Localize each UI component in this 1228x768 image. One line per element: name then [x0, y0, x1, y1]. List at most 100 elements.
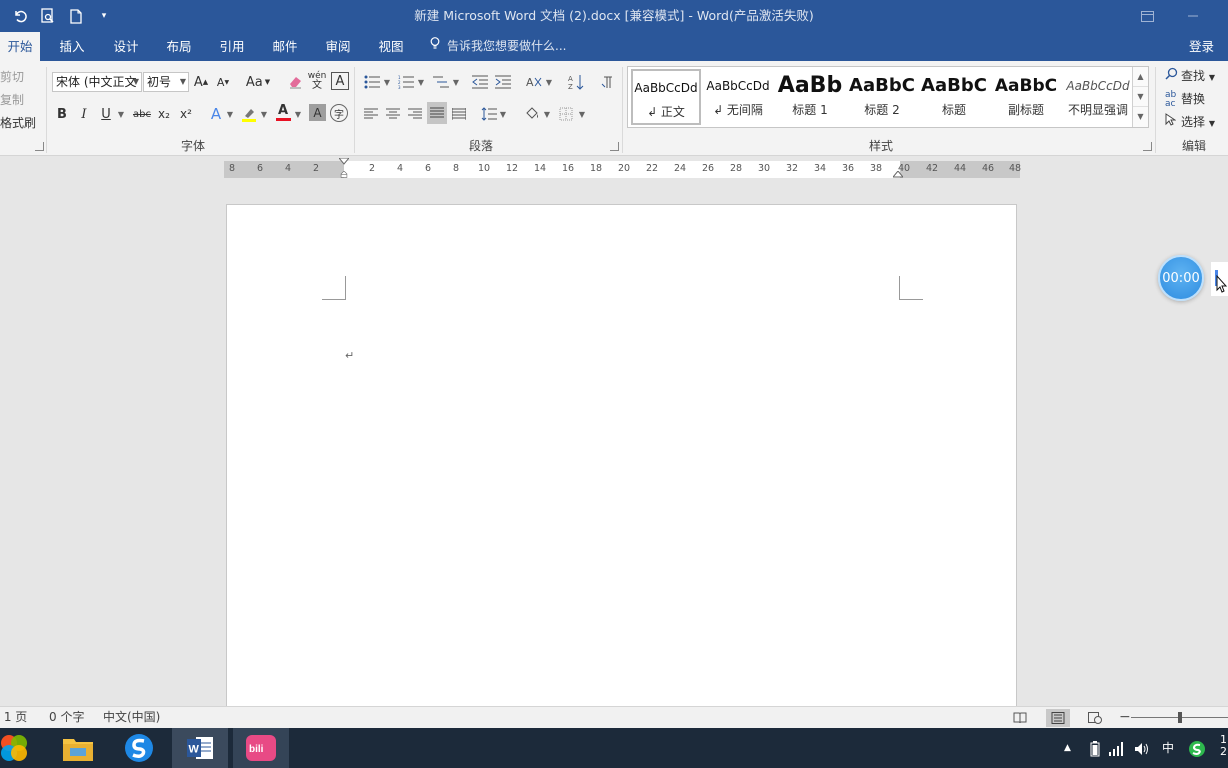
tab-mailings[interactable]: 邮件: [265, 32, 305, 61]
shading-button[interactable]: [522, 103, 542, 125]
web-layout-button[interactable]: [1083, 709, 1107, 727]
clock[interactable]: 1 2: [1220, 728, 1227, 768]
page-count[interactable]: 第 1 页: [0, 707, 27, 729]
italic-button[interactable]: I: [75, 103, 93, 125]
borders-button[interactable]: [556, 103, 576, 125]
chevron-down-icon[interactable]: ▼: [226, 103, 234, 125]
align-right-button[interactable]: [406, 103, 424, 125]
strikethrough-button[interactable]: abc: [131, 103, 153, 125]
zoom-slider-thumb[interactable]: [1178, 712, 1182, 723]
volume-icon[interactable]: [1134, 728, 1150, 768]
recording-timer[interactable]: 00:00: [1158, 255, 1204, 301]
grow-font-button[interactable]: A ▲: [193, 71, 209, 93]
find-button[interactable]: 查找 ▼: [1165, 67, 1215, 84]
enclose-characters-button[interactable]: 字: [330, 104, 348, 122]
tab-review[interactable]: 审阅: [318, 32, 358, 61]
select-button[interactable]: 选择 ▼: [1165, 113, 1215, 130]
font-size-combo[interactable]: 初号 ▼: [143, 72, 189, 92]
word-app-icon[interactable]: W: [172, 728, 228, 768]
chevron-down-icon[interactable]: ▼: [294, 103, 302, 125]
superscript-button[interactable]: x²: [177, 103, 195, 125]
styles-launcher-icon[interactable]: [1143, 142, 1152, 151]
character-shading-button[interactable]: A: [309, 104, 326, 121]
font-launcher-icon[interactable]: [35, 142, 44, 151]
ribbon-display-options-icon[interactable]: [1124, 0, 1170, 32]
tell-me-box[interactable]: 告诉我您想要做什么...: [430, 32, 566, 61]
word-count[interactable]: 0 个字: [49, 707, 84, 729]
minimize-icon[interactable]: [1170, 0, 1216, 32]
justify-button[interactable]: [427, 102, 447, 124]
chevron-down-icon[interactable]: ▼: [545, 71, 553, 93]
chevron-down-icon[interactable]: ▼: [578, 103, 586, 125]
chevron-down-icon[interactable]: ▼: [383, 71, 391, 93]
style-subtle-emphasis[interactable]: AaBbCcDd 不明显强调: [1063, 69, 1133, 125]
distributed-button[interactable]: [450, 103, 468, 125]
document-page[interactable]: [226, 204, 1017, 709]
chevron-down-icon[interactable]: ▼: [260, 103, 268, 125]
read-mode-button[interactable]: [1008, 709, 1032, 727]
bullets-button[interactable]: [362, 71, 382, 93]
chevron-down-icon[interactable]: ▼: [452, 71, 460, 93]
sogou-ime-icon[interactable]: [1188, 728, 1206, 768]
font-color-button[interactable]: A: [274, 101, 292, 123]
align-center-button[interactable]: [384, 103, 402, 125]
tab-layout[interactable]: 布局: [159, 32, 199, 61]
maximize-icon[interactable]: [1216, 0, 1228, 32]
style-title[interactable]: AaBbC 标题: [919, 69, 989, 125]
tab-view[interactable]: 视图: [371, 32, 411, 61]
bold-button[interactable]: B: [53, 103, 71, 125]
zoom-out-icon[interactable]: −: [1119, 707, 1131, 729]
print-layout-button[interactable]: [1046, 709, 1070, 727]
text-effects-button[interactable]: A: [207, 103, 225, 125]
cut-button[interactable]: 剪切: [0, 68, 24, 85]
tab-design[interactable]: 设计: [106, 32, 146, 61]
highlight-button[interactable]: [240, 103, 258, 125]
change-case-button[interactable]: Aa ▼: [243, 71, 273, 93]
paragraph-launcher-icon[interactable]: [610, 142, 619, 151]
style-subtitle[interactable]: AaBbC 副标题: [991, 69, 1061, 125]
copy-button[interactable]: 复制: [0, 91, 24, 108]
chevron-down-icon[interactable]: ▼: [117, 103, 125, 125]
font-name-combo[interactable]: 宋体 (中文正文 ▼: [52, 72, 142, 92]
login-link[interactable]: 登录: [1189, 32, 1214, 61]
right-indent-marker[interactable]: [893, 171, 903, 178]
horizontal-ruler[interactable]: 8 6 4 2 2 4 6 8 10 12 14 16 18 20 22 24 …: [224, 158, 1021, 178]
tab-home[interactable]: 开始: [0, 32, 40, 61]
chevron-down-icon[interactable]: ▼: [543, 103, 551, 125]
bilibili-icon[interactable]: bili: [233, 728, 289, 768]
tab-references[interactable]: 引用: [212, 32, 252, 61]
tab-insert[interactable]: 插入: [52, 32, 92, 61]
tray-expand-icon[interactable]: ▲: [1064, 728, 1071, 768]
gallery-up-icon[interactable]: ▲: [1133, 67, 1148, 87]
format-painter-button[interactable]: 格式刷: [0, 114, 36, 131]
character-border-button[interactable]: A: [331, 72, 349, 90]
clear-formatting-button[interactable]: [286, 71, 304, 93]
style-heading-2[interactable]: AaBbC 标题 2: [847, 69, 917, 125]
battery-icon[interactable]: [1090, 728, 1100, 768]
first-line-indent-marker[interactable]: [339, 158, 349, 165]
gallery-down-icon[interactable]: ▼: [1133, 87, 1148, 107]
chevron-down-icon[interactable]: ▼: [499, 103, 507, 125]
show-marks-button[interactable]: [598, 71, 618, 93]
numbering-button[interactable]: 123: [396, 71, 416, 93]
asian-layout-button[interactable]: A: [524, 71, 544, 93]
network-icon[interactable]: [1109, 728, 1125, 768]
style-heading-1[interactable]: AaBb 标题 1: [775, 69, 845, 125]
ime-indicator[interactable]: 中: [1162, 728, 1174, 768]
hanging-indent-marker[interactable]: [339, 171, 349, 178]
decrease-indent-button[interactable]: [470, 71, 490, 93]
style-normal[interactable]: AaBbCcDd ↲ 正文: [631, 69, 701, 125]
replace-button[interactable]: ab ac 替换: [1165, 90, 1205, 109]
underline-button[interactable]: U: [97, 103, 115, 125]
align-left-button[interactable]: [362, 103, 380, 125]
file-explorer-icon[interactable]: [50, 728, 106, 768]
chevron-down-icon[interactable]: ▼: [417, 71, 425, 93]
style-no-spacing[interactable]: AaBbCcDd ↲ 无间隔: [703, 69, 773, 125]
gallery-more-icon[interactable]: ▼: [1133, 107, 1148, 127]
timer-side-panel[interactable]: [1211, 262, 1228, 296]
start-icon[interactable]: [0, 728, 34, 768]
sogou-browser-icon[interactable]: [111, 728, 167, 768]
subscript-button[interactable]: x₂: [155, 103, 173, 125]
increase-indent-button[interactable]: [493, 71, 513, 93]
multilevel-list-button[interactable]: [431, 71, 451, 93]
